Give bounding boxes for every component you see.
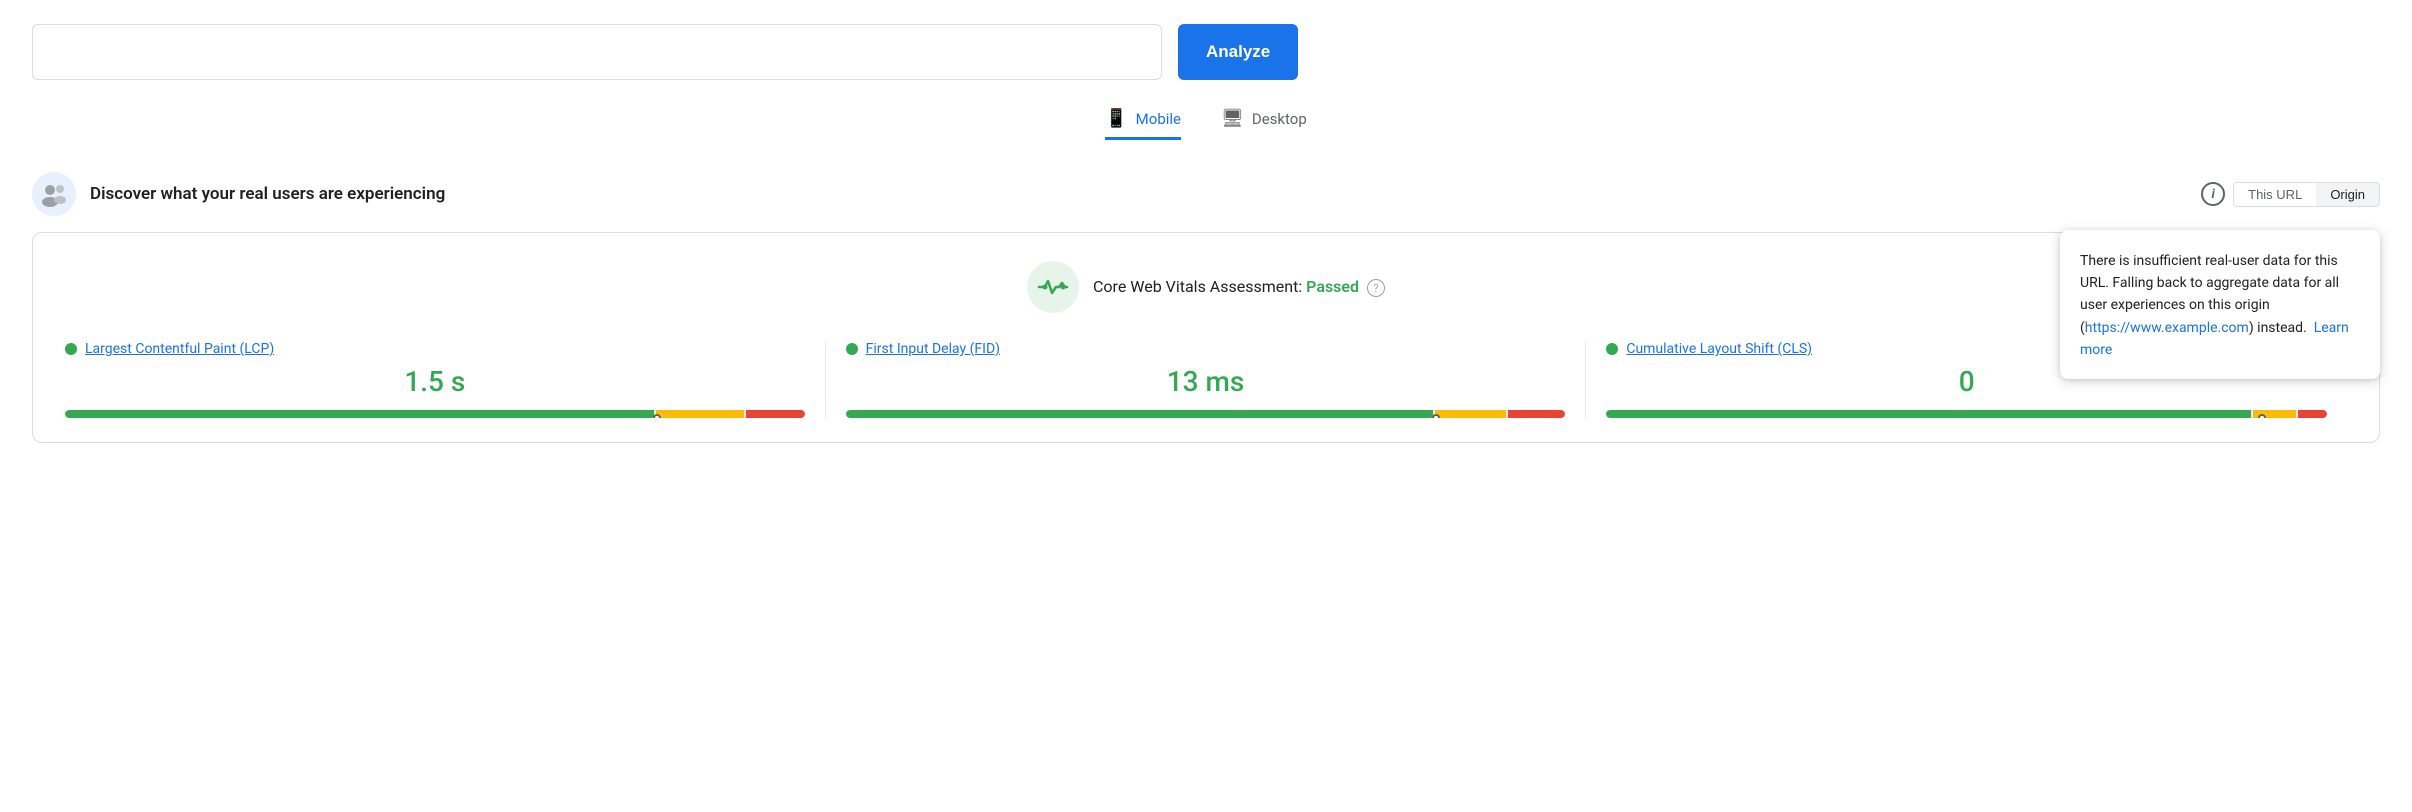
cwv-header: Core Web Vitals Assessment: Passed ?: [65, 261, 2347, 313]
metric-lcp: Largest Contentful Paint (LCP) 1.5 s: [65, 341, 826, 418]
info-circle-icon[interactable]: i: [2201, 182, 2225, 206]
cwv-icon: [1027, 261, 1079, 313]
desktop-icon: 🖥: [1221, 108, 1244, 129]
cwv-help-icon[interactable]: ?: [1367, 279, 1385, 297]
url-origin-toggle: This URL Origin: [2233, 182, 2380, 207]
url-bar-row: https://www.example.com/page1 Analyze: [32, 24, 2380, 80]
metric-fid-label-row: First Input Delay (FID): [846, 341, 1566, 357]
lcp-label[interactable]: Largest Contentful Paint (LCP): [85, 341, 274, 357]
cwv-title-prefix: Core Web Vitals Assessment:: [1093, 277, 1306, 296]
tabs-row: 📱 Mobile 🖥 Desktop: [32, 108, 2380, 140]
tab-mobile[interactable]: 📱 Mobile: [1105, 108, 1181, 140]
tooltip-origin-link[interactable]: https://www.example.com: [2085, 320, 2249, 336]
fid-dot: [846, 343, 858, 355]
mobile-icon: 📱: [1105, 108, 1127, 129]
cls-dot: [1606, 343, 1618, 355]
metric-fid: First Input Delay (FID) 13 ms: [826, 341, 1587, 418]
lcp-dot: [65, 343, 77, 355]
cls-progress-bar: [1606, 410, 2327, 418]
fid-progress-bar: [846, 410, 1566, 418]
main-card: Core Web Vitals Assessment: Passed ? Lar…: [32, 232, 2380, 443]
users-avatar-icon: [32, 172, 76, 216]
metric-lcp-label-row: Largest Contentful Paint (LCP): [65, 341, 805, 357]
tab-desktop[interactable]: 🖥 Desktop: [1221, 108, 1307, 140]
tab-mobile-label: Mobile: [1136, 110, 1181, 128]
tooltip-text-after: ) instead.: [2249, 320, 2307, 336]
section-header: Discover what your real users are experi…: [32, 172, 2380, 216]
section-header-left: Discover what your real users are experi…: [32, 172, 445, 216]
url-origin-group: i This URL Origin There is insufficient …: [2201, 182, 2380, 207]
cls-label[interactable]: Cumulative Layout Shift (CLS): [1626, 341, 1812, 357]
cwv-status: Passed: [1306, 277, 1359, 296]
fid-label[interactable]: First Input Delay (FID): [866, 341, 1000, 357]
metrics-row: Largest Contentful Paint (LCP) 1.5 s Fir…: [65, 341, 2347, 418]
section-title: Discover what your real users are experi…: [90, 184, 445, 204]
analyze-button[interactable]: Analyze: [1178, 24, 1298, 80]
tab-desktop-label: Desktop: [1252, 110, 1307, 128]
tooltip-popup: There is insufficient real-user data for…: [2060, 230, 2380, 380]
cwv-title: Core Web Vitals Assessment: Passed ?: [1093, 277, 1385, 298]
url-input[interactable]: https://www.example.com/page1: [32, 24, 1162, 80]
origin-toggle-btn[interactable]: Origin: [2316, 183, 2379, 206]
this-url-toggle-btn[interactable]: This URL: [2234, 183, 2316, 206]
fid-value: 13 ms: [846, 365, 1566, 398]
lcp-progress-bar: [65, 410, 805, 418]
lcp-value: 1.5 s: [65, 365, 805, 398]
